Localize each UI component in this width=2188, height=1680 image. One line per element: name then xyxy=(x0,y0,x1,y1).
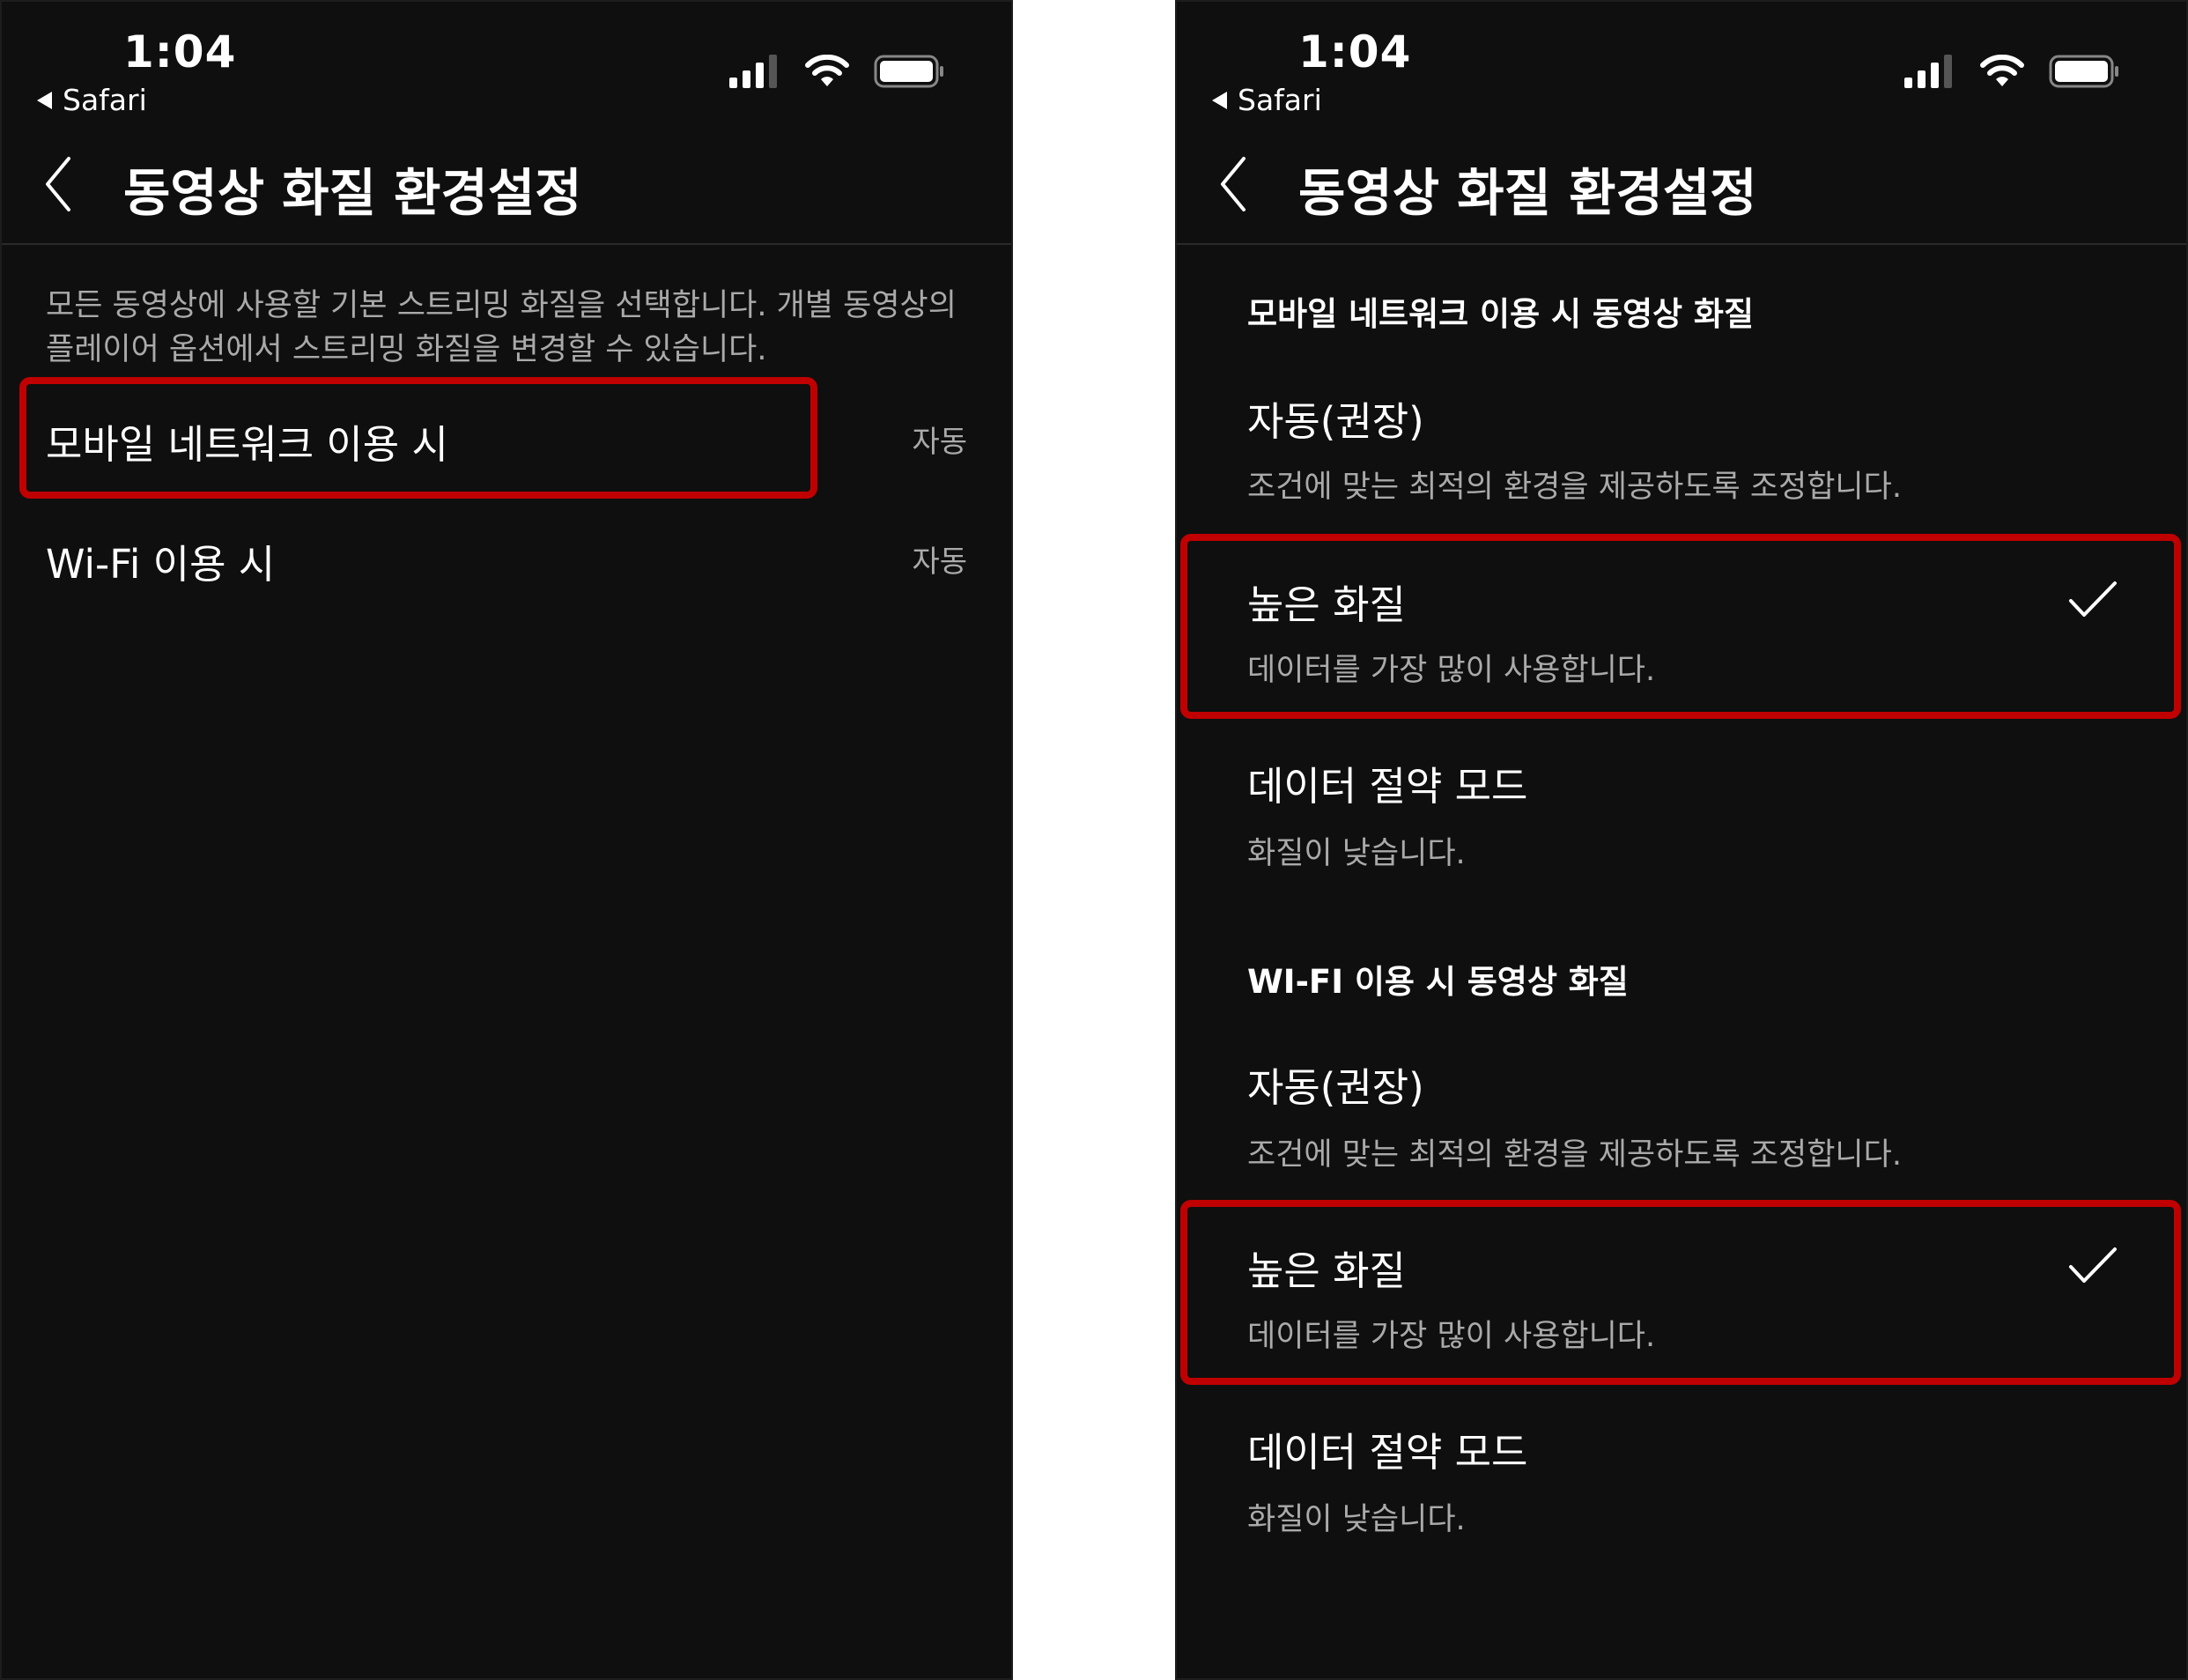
highlight-box xyxy=(1180,534,2181,719)
back-to-safari[interactable]: Safari xyxy=(37,83,147,117)
phone-screen-right: 1:04 Safari 동영상 화질 환경설정 모바일 네트워크 이용 시 동영… xyxy=(1175,0,2188,1680)
option-desc: 화질이 낮습니다. xyxy=(1247,836,1466,871)
back-app-label: Safari xyxy=(63,83,147,117)
back-to-safari[interactable]: Safari xyxy=(1212,83,1322,117)
wifi-icon xyxy=(805,55,849,86)
battery-icon xyxy=(874,55,943,88)
status-time: 1:04 xyxy=(1298,26,1412,78)
back-triangle-icon xyxy=(1212,91,1227,109)
back-triangle-icon xyxy=(37,91,52,109)
section-title-wifi: WI-FI 이용 시 동영상 화질 xyxy=(1247,963,1629,1001)
row-value: 자동 xyxy=(912,544,967,580)
status-icons xyxy=(729,55,944,88)
row-label: Wi-Fi 이용 시 xyxy=(46,541,276,588)
status-icons xyxy=(1904,55,2119,88)
option-desc: 화질이 낮습니다. xyxy=(1247,1502,1466,1537)
back-chevron-icon[interactable] xyxy=(41,153,76,215)
status-time: 1:04 xyxy=(123,26,237,78)
option-title: 자동(권장) xyxy=(1247,1064,1424,1111)
back-app-label: Safari xyxy=(1238,83,1322,117)
option-title: 데이터 절약 모드 xyxy=(1247,1429,1528,1476)
app-header: 동영상 화질 환경설정 xyxy=(2,125,1011,245)
option-desc: 조건에 맞는 최적의 환경을 제공하도록 조정합니다. xyxy=(1247,1137,1902,1173)
signal-icon xyxy=(1904,55,1952,88)
battery-icon xyxy=(2049,55,2118,88)
signal-icon xyxy=(729,55,777,88)
page-title: 동영상 화질 환경설정 xyxy=(123,163,582,223)
wifi-row[interactable]: Wi-Fi 이용 시 자동 xyxy=(46,522,967,592)
option-title: 데이터 절약 모드 xyxy=(1247,763,1528,810)
section-title-mobile: 모바일 네트워크 이용 시 동영상 화질 xyxy=(1247,295,1755,333)
phone-screen-left: 1:04 Safari 동영상 화질 환경설정 모든 동영상에 사용할 기본 스… xyxy=(0,0,1013,1680)
app-header: 동영상 화질 환경설정 xyxy=(1177,125,2186,245)
highlight-box xyxy=(1180,1200,2181,1385)
highlight-box xyxy=(19,377,817,499)
row-value: 자동 xyxy=(912,425,967,460)
option-desc: 조건에 맞는 최적의 환경을 제공하도록 조정합니다. xyxy=(1247,470,1902,505)
page-title: 동영상 화질 환경설정 xyxy=(1298,163,1757,223)
wifi-icon xyxy=(1980,55,2024,86)
quality-description: 모든 동영상에 사용할 기본 스트리밍 화질을 선택합니다. 개별 동영상의 플… xyxy=(46,288,957,367)
back-chevron-icon[interactable] xyxy=(1216,153,1251,215)
option-title: 자동(권장) xyxy=(1247,398,1424,445)
